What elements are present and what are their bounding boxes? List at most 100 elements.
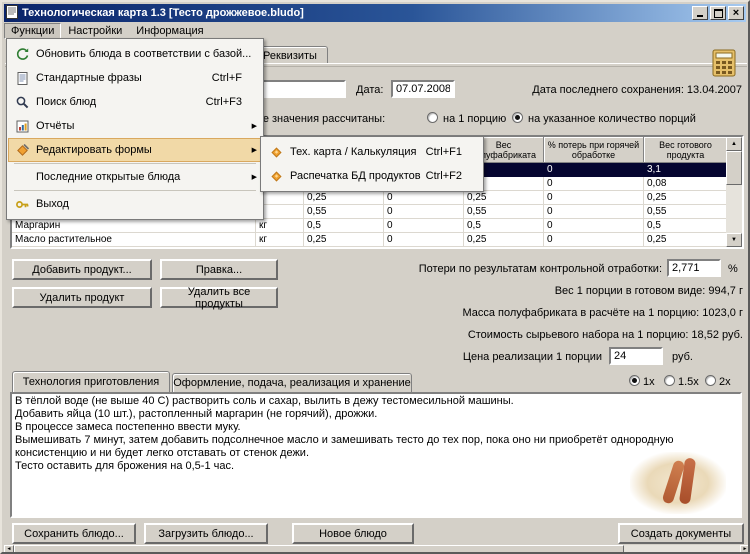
load-dish-button[interactable]: Загрузить блюдо... — [144, 523, 268, 544]
scroll-up-button[interactable]: ▲ — [726, 137, 742, 151]
date-label: Дата: — [356, 84, 383, 96]
menu-item-label: Выход — [36, 198, 69, 210]
table-cell: 0,55 — [464, 205, 544, 219]
edit-product-button[interactable]: Правка... — [160, 259, 278, 280]
tab-technology[interactable]: Технология приготовления — [12, 371, 170, 392]
radio-portions[interactable] — [512, 112, 523, 123]
submenu-item-tech-card[interactable]: Тех. карта / Калькуляция Ctrl+F1 — [262, 140, 482, 164]
menu-item-label: Поиск блюд — [36, 96, 96, 108]
table-cell: 0,5 — [464, 219, 544, 233]
radio-scale-15x-label[interactable]: 1.5x — [678, 376, 699, 388]
table-cell: 0,55 — [644, 205, 728, 219]
add-product-button[interactable]: Добавить продукт... — [12, 259, 152, 280]
col-header-hot-loss: % потерь при горячей обработке — [544, 137, 644, 163]
maximize-button[interactable] — [710, 6, 726, 20]
save-dish-button[interactable]: Сохранить блюдо... — [12, 523, 136, 544]
menu-item-update-dishes[interactable]: Обновить блюда в соответствии с базой... — [8, 42, 262, 66]
submenu-arrow-icon: ▶ — [252, 147, 257, 154]
menu-item-reports[interactable]: Отчёты ▶ — [8, 114, 262, 138]
submenu-item-db-print[interactable]: Распечатка БД продуктов Ctrl+F2 — [262, 164, 482, 188]
table-cell: 0 — [384, 205, 464, 219]
horizontal-scrollbar[interactable]: ◄ ► — [4, 545, 750, 554]
shortcut-label: Ctrl+F3 — [206, 96, 258, 108]
menu-item-standard-phrases[interactable]: Стандартные фразы Ctrl+F — [8, 66, 262, 90]
table-cell: 0 — [384, 233, 464, 247]
scroll-left-icon: ◄ — [7, 547, 12, 552]
submenu-arrow-icon: ▶ — [252, 174, 257, 181]
table-scrollbar[interactable]: ▲ ▼ — [726, 137, 742, 247]
table-cell: 0,55 — [304, 205, 384, 219]
title-bar[interactable]: Технологическая карта 1.3 [Тесто дрожжев… — [4, 4, 746, 22]
table-row[interactable]: Масло растительное кг 0,25 0 0,25 0 0,25 — [12, 233, 742, 247]
semi-weight-per-portion-label: Масса полуфабриката в расчёте на 1 порци… — [402, 307, 743, 319]
create-documents-button[interactable]: Создать документы — [618, 523, 744, 544]
menu-item-label: Редактировать формы — [36, 144, 152, 156]
price-unit: руб. — [672, 351, 693, 363]
menu-item-exit[interactable]: Выход — [8, 192, 262, 216]
horizontal-scroll-thumb[interactable] — [14, 545, 624, 554]
search-icon — [12, 94, 32, 110]
table-cell: 0,08 — [644, 177, 728, 191]
refresh-icon — [12, 46, 32, 62]
menu-item-label: Распечатка БД продуктов — [290, 170, 421, 182]
new-dish-button[interactable]: Новое блюдо — [292, 523, 414, 544]
table-cell: кг — [256, 233, 304, 247]
control-loss-input[interactable] — [667, 259, 721, 277]
minimize-icon — [697, 15, 703, 17]
calculator-icon[interactable] — [710, 48, 738, 78]
scroll-up-icon: ▲ — [731, 141, 737, 147]
shortcut-label: Ctrl+F1 — [426, 146, 478, 158]
table-cell: 0 — [384, 219, 464, 233]
document-icon — [12, 70, 32, 86]
menu-item-recent-dishes[interactable]: Последние открытые блюда ▶ — [8, 165, 262, 189]
control-loss-label: Потери по результатам контрольной отрабо… — [362, 263, 662, 275]
menubar-item-informacia[interactable]: Информация — [129, 23, 210, 39]
menu-item-search-dishes[interactable]: Поиск блюд Ctrl+F3 — [8, 90, 262, 114]
shortcut-label: Ctrl+F — [212, 72, 258, 84]
technology-textarea[interactable]: В тёплой воде (не выше 40 С) растворить … — [10, 392, 742, 518]
table-cell: Масло растительное — [12, 233, 256, 247]
menu-separator — [14, 190, 256, 191]
delete-all-products-button[interactable]: Удалить все продукты — [160, 287, 278, 308]
scroll-down-icon: ▼ — [731, 237, 737, 243]
radio-portions-label[interactable]: на указанное количество порций — [528, 113, 696, 125]
scroll-down-button[interactable]: ▼ — [726, 233, 742, 247]
funkcii-dropdown-menu: Обновить блюда в соответствии с базой...… — [6, 38, 264, 220]
table-cell: 0 — [384, 191, 464, 205]
minimize-button[interactable] — [692, 6, 708, 20]
menu-item-label: Тех. карта / Калькуляция — [290, 146, 416, 158]
radio-scale-2x[interactable] — [705, 375, 716, 386]
scroll-right-icon: ► — [743, 547, 748, 552]
table-cell: кг — [256, 219, 304, 233]
radio-scale-1x-label[interactable]: 1x — [643, 376, 655, 388]
scroll-left-button[interactable]: ◄ — [4, 545, 14, 554]
table-cell: 0,25 — [304, 191, 384, 205]
menu-separator — [14, 163, 256, 164]
table-cell: 0,5 — [644, 219, 728, 233]
shortcut-label: Ctrl+F2 — [426, 170, 478, 182]
menu-item-label: Стандартные фразы — [36, 72, 142, 84]
app-icon — [6, 5, 18, 22]
radio-scale-15x[interactable] — [664, 375, 675, 386]
close-icon: × — [733, 8, 739, 18]
radio-scale-2x-label[interactable]: 2x — [719, 376, 731, 388]
tab-design[interactable]: Оформление, подача, реализация и хранени… — [172, 373, 412, 392]
table-row[interactable]: Маргарин кг 0,5 0 0,5 0 0,5 — [12, 219, 742, 233]
menu-item-label: Обновить блюда в соответствии с базой... — [36, 48, 251, 60]
radio-one-portion-label[interactable]: на 1 порцию — [443, 113, 506, 125]
date-input[interactable] — [391, 80, 455, 98]
menu-item-edit-forms[interactable]: Редактировать формы ▶ — [8, 138, 262, 162]
menu-item-label: Последние открытые блюда — [36, 171, 180, 183]
report-icon — [12, 118, 32, 134]
close-button[interactable]: × — [728, 6, 744, 20]
radio-scale-1x[interactable] — [629, 375, 640, 386]
price-input[interactable] — [609, 347, 663, 365]
scroll-thumb[interactable] — [726, 151, 742, 185]
table-cell: 0 — [544, 219, 644, 233]
radio-one-portion[interactable] — [427, 112, 438, 123]
delete-product-button[interactable]: Удалить продукт — [12, 287, 152, 308]
menubar-item-nastroiki[interactable]: Настройки — [61, 23, 129, 39]
edit-form-icon — [12, 142, 32, 158]
scroll-right-button[interactable]: ► — [740, 545, 750, 554]
menubar-item-funkcii[interactable]: Функции — [4, 23, 61, 39]
